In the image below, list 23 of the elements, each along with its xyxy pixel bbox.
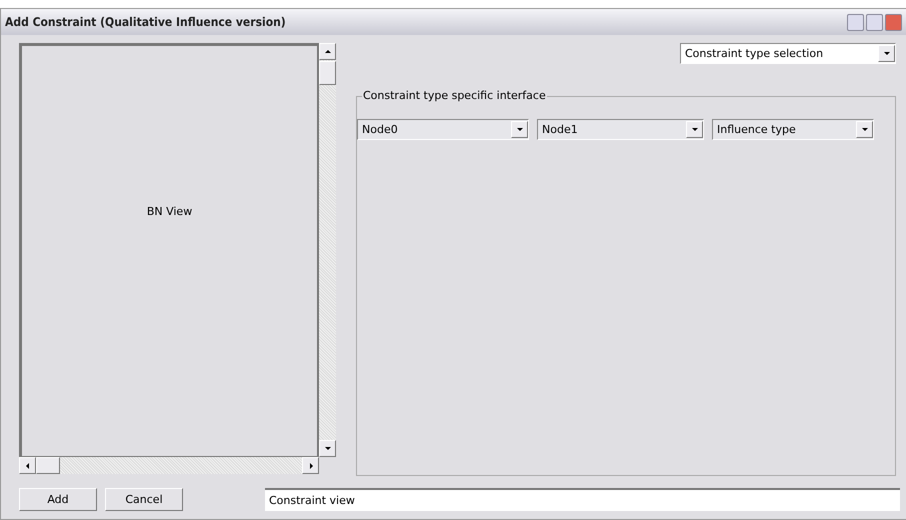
window-title: Add Constraint (Qualitative Influence version): [5, 15, 286, 29]
scroll-thumb[interactable]: [36, 457, 60, 474]
close-button[interactable]: [885, 14, 902, 30]
caret-icon[interactable]: [878, 45, 895, 62]
dialog-button[interactable]: Add: [19, 488, 97, 511]
scroll-right-icon[interactable]: [302, 457, 319, 474]
caret-icon[interactable]: [511, 121, 528, 138]
dropdown[interactable]: Constraint type selection: [680, 43, 896, 64]
scroll-down-icon[interactable]: [319, 440, 336, 457]
constraint-view-field: Constraint view: [265, 488, 900, 511]
dropdown[interactable]: Influence type: [712, 119, 874, 140]
caret-icon[interactable]: [686, 121, 703, 138]
horizontal-scrollbar[interactable]: [19, 457, 319, 474]
group-title: Constraint type specific interface: [362, 89, 547, 102]
dropdown[interactable]: Node0: [357, 119, 529, 140]
scroll-up-icon[interactable]: [319, 43, 336, 60]
caret-icon[interactable]: [856, 121, 873, 138]
scroll-left-icon[interactable]: [19, 457, 36, 474]
bn-view-label: BN View: [146, 204, 192, 218]
dropdown[interactable]: Node1: [537, 119, 704, 140]
dialog-button[interactable]: Cancel: [105, 488, 183, 511]
vertical-scrollbar[interactable]: [319, 43, 336, 457]
scroll-thumb[interactable]: [319, 61, 336, 85]
